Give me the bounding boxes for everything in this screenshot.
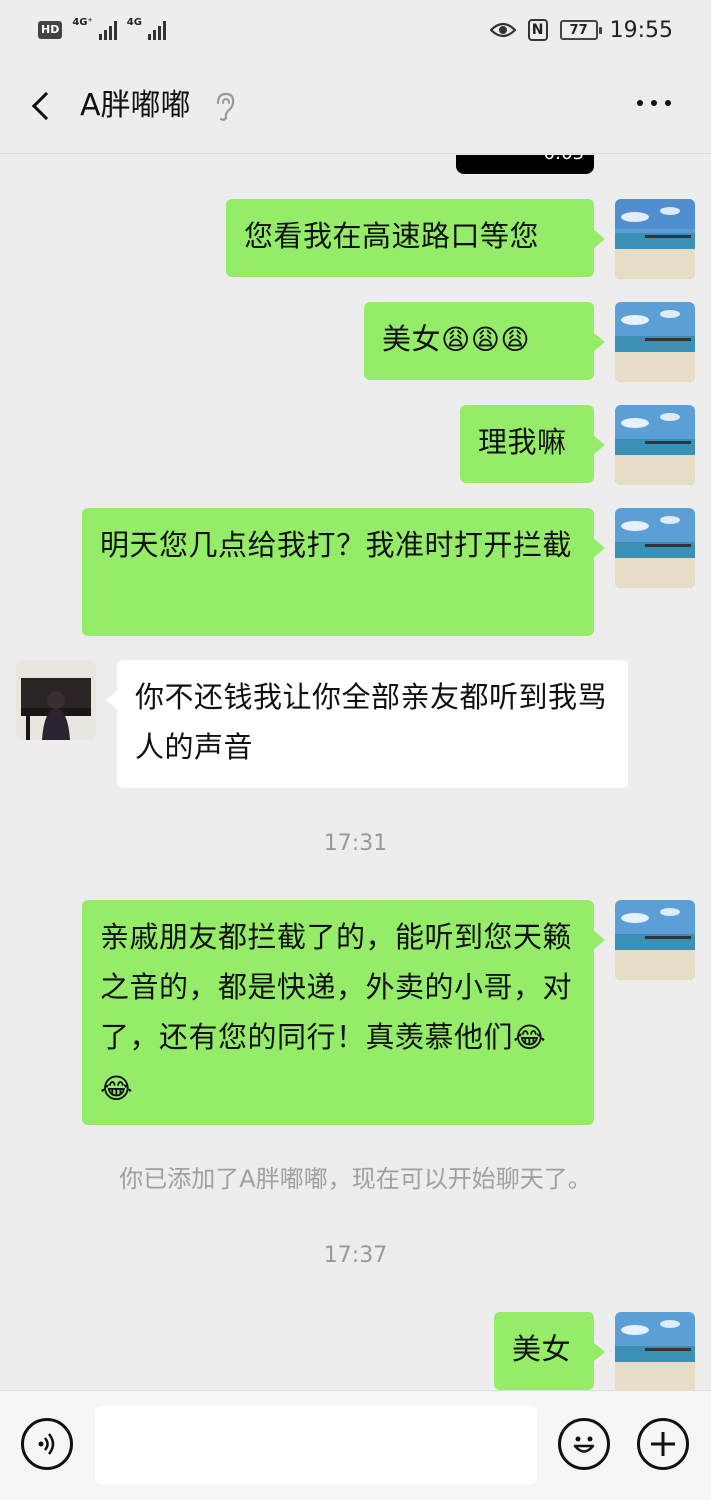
message-text: 明天您几点给我打？我准时打开拦截 bbox=[100, 528, 573, 562]
video-message[interactable]: 0:03 bbox=[456, 155, 594, 174]
contact-avatar[interactable] bbox=[16, 660, 96, 740]
battery-icon: 77 bbox=[559, 20, 602, 40]
message-text: 您看我在高速路口等您 bbox=[244, 219, 540, 253]
timestamp: 17:31 bbox=[323, 831, 388, 856]
emoji-button[interactable] bbox=[558, 1418, 610, 1470]
my-avatar[interactable] bbox=[615, 900, 695, 980]
chevron-left-icon bbox=[31, 91, 61, 121]
message-bubble-sent[interactable]: 理我嘛 bbox=[460, 405, 605, 483]
message-bubble-sent[interactable]: 明天您几点给我打？我准时打开拦截 bbox=[82, 508, 605, 636]
ear-icon bbox=[216, 92, 235, 121]
my-avatar[interactable] bbox=[615, 405, 695, 485]
network-type-2: 4G bbox=[126, 16, 142, 28]
status-bar: HD 4G⁺ 4G N 77 19:55 bbox=[0, 0, 711, 60]
message-bubble-sent[interactable]: 美女😩😩😩 bbox=[364, 302, 605, 380]
message-text: 理我嘛 bbox=[478, 425, 567, 459]
signal-icon-2 bbox=[147, 20, 166, 40]
dot-icon bbox=[665, 100, 671, 106]
network-type-1: 4G⁺ bbox=[72, 16, 93, 28]
voice-icon bbox=[38, 1433, 55, 1455]
chat-title: A胖嘟嘟 bbox=[80, 88, 191, 123]
emoji-icons: 😩😩😩 bbox=[441, 323, 531, 356]
input-bar bbox=[0, 1390, 711, 1500]
nfc-icon: N bbox=[527, 19, 548, 41]
message-bubble-received[interactable]: 你不还钱我让你全部亲友都听到我骂人的声音 bbox=[106, 660, 628, 788]
chat-messages[interactable]: 0:03 您看我在高速路口等您 美女😩😩😩 理我嘛 明天您几点 bbox=[0, 155, 711, 1390]
more-options-button[interactable] bbox=[637, 100, 671, 106]
message-text: 你不还钱我让你全部亲友都听到我骂人的声音 bbox=[135, 680, 608, 764]
message-bubble-sent[interactable]: 美女 bbox=[494, 1312, 605, 1390]
smiley-icon bbox=[573, 1436, 595, 1453]
message-input[interactable] bbox=[95, 1406, 537, 1484]
status-right: N 77 19:55 bbox=[489, 17, 673, 43]
more-features-button[interactable] bbox=[637, 1418, 689, 1470]
voice-input-button[interactable] bbox=[21, 1418, 73, 1470]
my-avatar[interactable] bbox=[615, 1312, 695, 1390]
timestamp: 17:37 bbox=[323, 1243, 388, 1268]
message-text: 美女 bbox=[382, 322, 442, 356]
my-avatar[interactable] bbox=[615, 508, 695, 588]
eye-icon bbox=[489, 22, 516, 38]
clock: 19:55 bbox=[609, 17, 673, 43]
dot-icon bbox=[651, 100, 657, 106]
plus-icon bbox=[651, 1432, 675, 1456]
status-left: HD 4G⁺ 4G bbox=[38, 16, 166, 40]
my-avatar[interactable] bbox=[615, 302, 695, 382]
my-avatar[interactable] bbox=[615, 199, 695, 279]
hd-badge: HD bbox=[38, 21, 63, 39]
system-message: 你已添加了A胖嘟嘟，现在可以开始聊天了。 bbox=[119, 1165, 592, 1193]
message-text: 亲戚朋友都拦截了的，能听到您天籁之音的，都是快递，外卖的小哥，对了，还有您的同行… bbox=[100, 920, 573, 1054]
back-button[interactable] bbox=[22, 86, 62, 126]
dot-icon bbox=[637, 100, 643, 106]
message-text: 美女 bbox=[512, 1332, 572, 1366]
message-bubble-sent[interactable]: 您看我在高速路口等您 bbox=[226, 199, 605, 277]
message-bubble-sent[interactable]: 亲戚朋友都拦截了的，能听到您天籁之音的，都是快递，外卖的小哥，对了，还有您的同行… bbox=[82, 900, 605, 1125]
signal-icon bbox=[98, 20, 117, 40]
chat-header: A胖嘟嘟 bbox=[0, 60, 711, 154]
